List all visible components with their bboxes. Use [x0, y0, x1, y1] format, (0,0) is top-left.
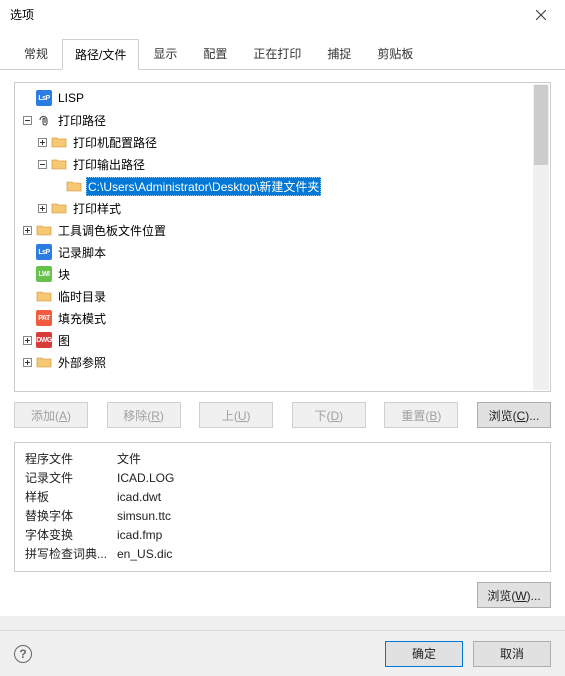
property-value: en_US.dic [117, 547, 172, 561]
tab-snap[interactable]: 捕捉 [315, 39, 363, 70]
tab-printing[interactable]: 正在打印 [241, 39, 313, 70]
expander-collapse-icon[interactable] [36, 158, 49, 171]
property-value: simsun.ttc [117, 509, 171, 523]
browse2-row: 浏览(W)... [14, 582, 551, 608]
browse-button[interactable]: 浏览(C)... [477, 402, 551, 428]
folder-icon [51, 156, 67, 172]
window-title: 选项 [10, 6, 519, 23]
tab-bar: 常规 路径/文件 显示 配置 正在打印 捕捉 剪贴板 [0, 30, 565, 70]
help-button[interactable]: ? [14, 645, 32, 663]
tree-item-block[interactable]: LWI 块 [15, 263, 550, 285]
cancel-button[interactable]: 取消 [473, 641, 551, 667]
footer: ? 确定 取消 [0, 630, 565, 676]
tab-clipboard[interactable]: 剪贴板 [365, 39, 425, 70]
tab-display[interactable]: 显示 [141, 39, 189, 70]
property-value: ICAD.LOG [117, 471, 174, 485]
tree-item-fill-pattern[interactable]: PAT 填充模式 [15, 307, 550, 329]
tree-item-print-path[interactable]: 打印路径 [15, 109, 550, 131]
remove-button: 移除(R) [107, 402, 181, 428]
tree-label: 记录脚本 [56, 243, 108, 262]
close-button[interactable] [519, 1, 563, 29]
tree-label: 临时目录 [56, 287, 108, 306]
property-value: 文件 [117, 450, 141, 467]
property-row[interactable]: 样板icad.dwt [25, 487, 540, 506]
property-key: 字体变换 [25, 526, 117, 543]
tree-label-selected: C:\Users\Administrator\Desktop\新建文件夹 [86, 177, 321, 196]
close-icon [536, 10, 546, 20]
property-row[interactable]: 字体变换icad.fmp [25, 525, 540, 544]
property-key: 记录文件 [25, 469, 117, 486]
expander-collapse-icon[interactable] [21, 114, 34, 127]
expander-expand-icon[interactable] [21, 356, 34, 369]
tree-item-printer-config[interactable]: 打印机配置路径 [15, 131, 550, 153]
expander-expand-icon[interactable] [36, 136, 49, 149]
tree-label: 填充模式 [56, 309, 108, 328]
pat-icon: PAT [36, 310, 52, 326]
tab-paths-files[interactable]: 路径/文件 [62, 39, 139, 70]
property-key: 拼写检查词典... [25, 545, 117, 562]
tree-label: 打印输出路径 [71, 155, 147, 174]
property-key: 样板 [25, 488, 117, 505]
tab-general[interactable]: 常规 [12, 39, 60, 70]
button-row: 添加(A) 移除(R) 上(U) 下(D) 重置(B) 浏览(C)... [14, 402, 551, 428]
folder-icon [51, 200, 67, 216]
tree-label: 外部参照 [56, 353, 108, 372]
path-tree[interactable]: LsP LISP 打印路径 打印机配置路径 打印输出路径 C:\Users\Ad… [14, 82, 551, 392]
ok-button[interactable]: 确定 [385, 641, 463, 667]
scrollbar-thumb[interactable] [534, 85, 548, 165]
tree-label: 工具调色板文件位置 [56, 221, 168, 240]
tree-item-tool-palette[interactable]: 工具调色板文件位置 [15, 219, 550, 241]
tab-config[interactable]: 配置 [191, 39, 239, 70]
expander-expand-icon[interactable] [21, 224, 34, 237]
tree-item-selected-path[interactable]: C:\Users\Administrator\Desktop\新建文件夹 [15, 175, 550, 197]
tree-item-external-ref[interactable]: 外部参照 [15, 351, 550, 373]
tree-label: LISP [56, 90, 86, 106]
browse2-button[interactable]: 浏览(W)... [477, 582, 551, 608]
property-row[interactable]: 程序文件文件 [25, 449, 540, 468]
expander-expand-icon[interactable] [21, 334, 34, 347]
folder-icon [36, 222, 52, 238]
folder-icon [66, 178, 82, 194]
attachment-icon [36, 112, 52, 128]
property-value: icad.fmp [117, 528, 162, 542]
tree-item-drawing[interactable]: DWG 图 [15, 329, 550, 351]
tree-item-print-style[interactable]: 打印样式 [15, 197, 550, 219]
tree-label: 打印样式 [71, 199, 123, 218]
tree-label: 打印路径 [56, 111, 108, 130]
property-key: 程序文件 [25, 450, 117, 467]
titlebar: 选项 [0, 0, 565, 30]
property-key: 替换字体 [25, 507, 117, 524]
down-button: 下(D) [292, 402, 366, 428]
property-row[interactable]: 拼写检查词典...en_US.dic [25, 544, 540, 563]
tree-label: 图 [56, 331, 72, 350]
folder-icon [36, 288, 52, 304]
tree-item-record-script[interactable]: LsP 记录脚本 [15, 241, 550, 263]
property-value: icad.dwt [117, 490, 161, 504]
properties-list[interactable]: 程序文件文件 记录文件ICAD.LOG 样板icad.dwt 替换字体simsu… [14, 442, 551, 572]
tree-label: 块 [56, 265, 72, 284]
lwi-icon: LWI [36, 266, 52, 282]
lsp-icon: LsP [36, 244, 52, 260]
content-area: LsP LISP 打印路径 打印机配置路径 打印输出路径 C:\Users\Ad… [0, 70, 565, 618]
tree-item-temp-dir[interactable]: 临时目录 [15, 285, 550, 307]
folder-icon [36, 354, 52, 370]
property-row[interactable]: 记录文件ICAD.LOG [25, 468, 540, 487]
expander-expand-icon[interactable] [36, 202, 49, 215]
tree-item-print-output[interactable]: 打印输出路径 [15, 153, 550, 175]
add-button: 添加(A) [14, 402, 88, 428]
help-icon-label: ? [19, 647, 26, 661]
scrollbar[interactable] [533, 84, 549, 390]
property-row[interactable]: 替换字体simsun.ttc [25, 506, 540, 525]
tree-item-lisp[interactable]: LsP LISP [15, 87, 550, 109]
reset-button: 重置(B) [384, 402, 458, 428]
folder-icon [51, 134, 67, 150]
up-button: 上(U) [199, 402, 273, 428]
dwg-icon: DWG [36, 332, 52, 348]
tree-label: 打印机配置路径 [71, 133, 159, 152]
lsp-icon: LsP [36, 90, 52, 106]
